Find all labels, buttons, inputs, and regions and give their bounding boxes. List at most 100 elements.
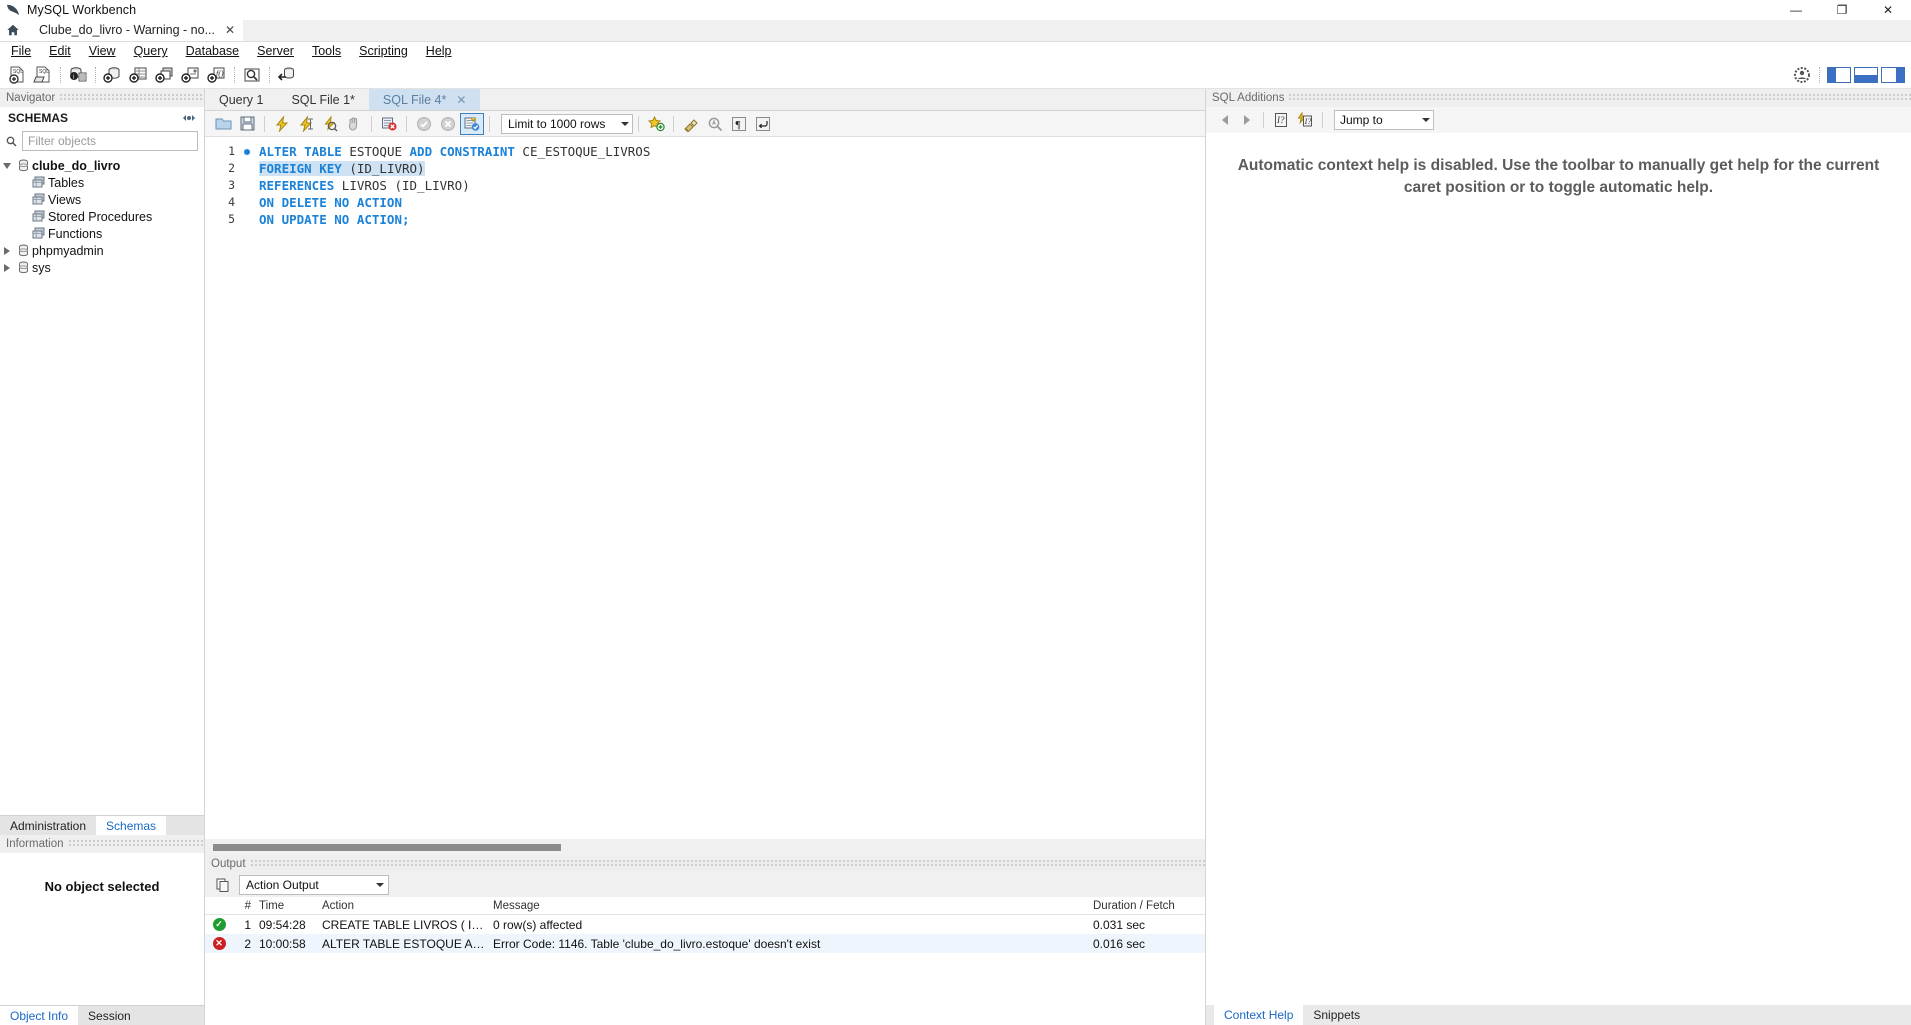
menu-database-label: Database	[185, 44, 240, 58]
navigator-caption-label: Navigator	[6, 92, 56, 104]
execute-lightning-icon[interactable]	[270, 113, 294, 135]
forward-arrow-icon[interactable]	[1236, 110, 1258, 130]
context-help-icon[interactable]: I?	[1269, 109, 1293, 131]
toggle-automatic-help-icon[interactable]: I?	[1293, 109, 1317, 131]
copy-rows-icon[interactable]	[213, 876, 233, 894]
menu-tools[interactable]: Tools	[303, 42, 350, 61]
stored-procedures-icon	[30, 210, 48, 223]
code-lines[interactable]: ALTER TABLE ESTOQUE ADD CONSTRAINT CE_ES…	[255, 137, 1205, 839]
tree-node-tables[interactable]: Tables	[0, 174, 204, 191]
tree-node-functions[interactable]: Functions	[0, 225, 204, 242]
refresh-icon[interactable]	[182, 112, 196, 124]
table-row[interactable]: ✓ 1 09:54:28 CREATE TABLE LIVROS ( ID_LI…	[205, 915, 1205, 934]
document-tab-connection[interactable]: Clube_do_livro - Warning - no... ✕	[26, 19, 244, 41]
maximize-button[interactable]: ❐	[1819, 0, 1865, 20]
menu-view[interactable]: View	[80, 42, 125, 61]
show-invisible-characters-icon[interactable]: ¶	[727, 113, 751, 135]
open-folder-icon[interactable]	[211, 113, 235, 135]
create-view-icon[interactable]	[152, 63, 178, 87]
tab-query-1[interactable]: Query 1	[205, 89, 278, 110]
chevron-down-icon[interactable]	[0, 162, 14, 169]
statement-marker	[239, 194, 255, 211]
breakpoint-gutter[interactable]	[239, 137, 255, 839]
stop-on-error-icon[interactable]	[377, 113, 401, 135]
menu-database[interactable]: Database	[177, 42, 249, 61]
tree-node-clube-do-livro[interactable]: clube_do_livro	[0, 157, 204, 174]
save-icon[interactable]	[235, 113, 259, 135]
home-icon[interactable]	[0, 19, 26, 41]
beautify-sql-icon[interactable]	[679, 113, 703, 135]
toggle-output-icon[interactable]	[1854, 67, 1878, 83]
menu-scripting[interactable]: Scripting	[350, 42, 417, 61]
tab-object-info[interactable]: Object Info	[0, 1006, 79, 1025]
code-area[interactable]: 1 2 3 4 5 ALTER TABLE ESTOQUE ADD CONSTR…	[205, 137, 1205, 839]
code-line: ALTER TABLE ESTOQUE ADD CONSTRAINT CE_ES…	[259, 143, 1205, 160]
toggle-sidebar-icon[interactable]	[1827, 67, 1851, 83]
sql-additions-caption-label: SQL Additions	[1212, 92, 1285, 104]
chevron-down-icon	[376, 883, 384, 887]
user-admin-icon[interactable]	[1789, 63, 1815, 87]
back-arrow-icon[interactable]	[1214, 110, 1236, 130]
commit-icon[interactable]	[412, 113, 436, 135]
output-grid-header: # Time Action Message Duration / Fetch	[205, 897, 1205, 915]
tree-node-phpmyadmin[interactable]: phpmyadmin	[0, 242, 204, 259]
tab-context-help[interactable]: Context Help	[1214, 1005, 1304, 1025]
tab-administration[interactable]: Administration	[0, 816, 97, 836]
tab-schemas[interactable]: Schemas	[96, 816, 167, 836]
open-sql-file-icon[interactable]: SQL	[30, 63, 56, 87]
menu-query[interactable]: Query	[125, 42, 177, 61]
new-connection-icon[interactable]: i	[65, 63, 91, 87]
table-row[interactable]: ✕ 2 10:00:58 ALTER TABLE ESTOQUE ADD CON…	[205, 934, 1205, 953]
output-mode-label: Action Output	[246, 878, 319, 892]
close-icon[interactable]: ✕	[456, 93, 466, 107]
create-schema-icon[interactable]	[100, 63, 126, 87]
tab-session[interactable]: Session	[78, 1006, 141, 1025]
search-icon	[6, 136, 22, 147]
scrollbar-thumb[interactable]	[213, 843, 561, 851]
code-line: ON DELETE NO ACTION	[259, 194, 1205, 211]
editor-horizontal-scrollbar[interactable]	[205, 839, 1205, 855]
tab-sql-file-4[interactable]: SQL File 4* ✕	[368, 89, 481, 110]
chevron-right-icon[interactable]	[0, 263, 14, 272]
row-action: CREATE TABLE LIVROS ( ID_LIVRO INT NOT N…	[322, 917, 485, 932]
toggle-secondary-sidebar-icon[interactable]	[1881, 67, 1905, 83]
find-icon[interactable]	[703, 113, 727, 135]
tree-node-stored-procedures[interactable]: Stored Procedures	[0, 208, 204, 225]
output-panel: Output Action Output # Time Action Messa…	[205, 855, 1205, 1025]
tree-node-views[interactable]: Views	[0, 191, 204, 208]
menu-help[interactable]: Help	[417, 42, 461, 61]
search-data-icon[interactable]	[239, 63, 265, 87]
toggle-autocommit-icon[interactable]	[460, 112, 484, 135]
close-button[interactable]: ✕	[1865, 0, 1911, 20]
reconnect-server-icon[interactable]	[274, 63, 300, 87]
minimize-button[interactable]: —	[1773, 0, 1819, 20]
jump-to-select[interactable]: Jump to	[1334, 110, 1434, 130]
tab-sql-file-1[interactable]: SQL File 1*	[277, 89, 369, 110]
filter-objects-input[interactable]: Filter objects	[22, 131, 198, 151]
toolbar-separator	[269, 66, 270, 83]
toggle-wrapping-icon[interactable]	[751, 113, 775, 135]
rollback-icon[interactable]	[436, 113, 460, 135]
new-sql-file-icon[interactable]: SQL	[4, 63, 30, 87]
menu-server[interactable]: Server	[248, 42, 303, 61]
create-function-icon[interactable]: f()	[204, 63, 230, 87]
svg-text:¶: ¶	[736, 119, 741, 131]
chevron-right-icon[interactable]	[0, 246, 14, 255]
save-snippet-star-icon[interactable]	[644, 113, 668, 135]
tree-node-sys[interactable]: sys	[0, 259, 204, 276]
create-procedure-icon[interactable]	[178, 63, 204, 87]
database-icon	[14, 261, 32, 274]
toolbar-separator	[1263, 112, 1264, 128]
explain-query-icon[interactable]	[318, 113, 342, 135]
create-table-icon[interactable]	[126, 63, 152, 87]
close-icon[interactable]: ✕	[225, 23, 235, 37]
navigator-tabs: Administration Schemas	[0, 815, 204, 836]
filter-row: Filter objects	[0, 129, 204, 155]
stop-hand-icon[interactable]	[342, 113, 366, 135]
output-mode-select[interactable]: Action Output	[239, 875, 389, 895]
tab-snippets[interactable]: Snippets	[1303, 1005, 1370, 1025]
menu-edit[interactable]: Edit	[40, 42, 80, 61]
row-limit-select[interactable]: Limit to 1000 rows	[501, 113, 634, 134]
execute-current-statement-icon[interactable]	[294, 113, 318, 135]
menu-file[interactable]: File	[2, 42, 40, 61]
